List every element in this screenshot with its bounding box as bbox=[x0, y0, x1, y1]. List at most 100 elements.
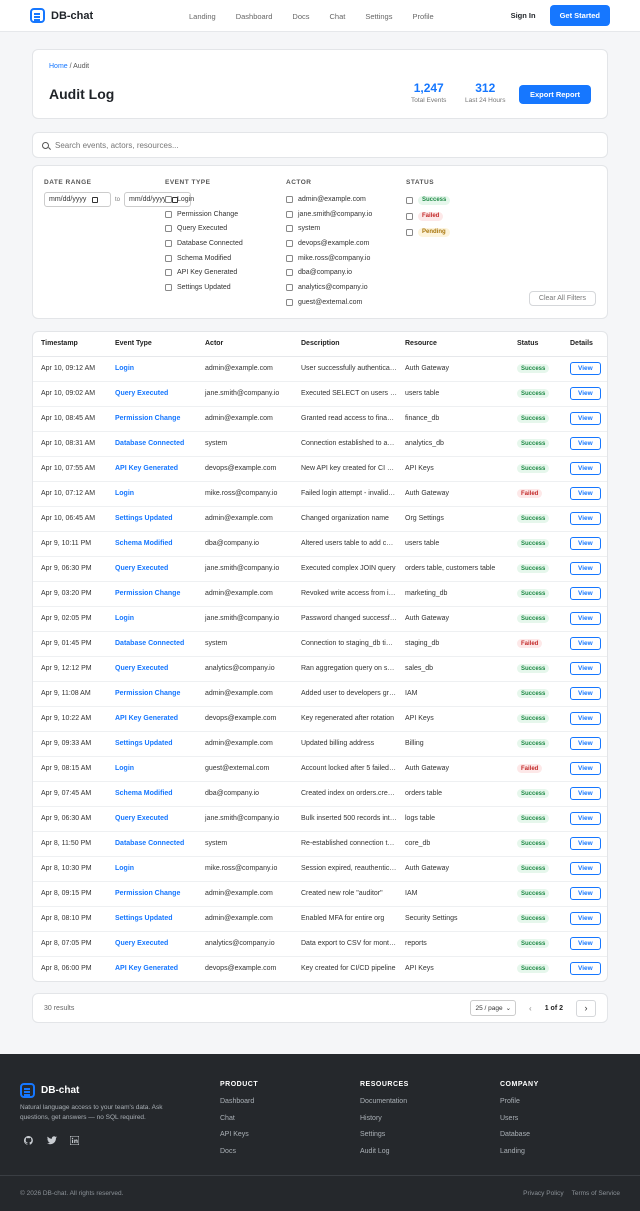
column-header-event-type[interactable]: Event Type bbox=[107, 332, 197, 357]
footer-link[interactable]: Settings bbox=[360, 1131, 409, 1148]
terms-of-service-link[interactable]: Terms of Service bbox=[572, 1190, 620, 1197]
checkbox[interactable] bbox=[286, 269, 293, 277]
privacy-policy-link[interactable]: Privacy Policy bbox=[523, 1190, 563, 1197]
checkbox[interactable] bbox=[286, 210, 293, 218]
view-details-button[interactable]: View bbox=[570, 462, 601, 475]
view-details-button[interactable]: View bbox=[570, 637, 601, 650]
clear-filters-button[interactable]: Clear All Filters bbox=[528, 291, 596, 306]
status-option[interactable]: Failed bbox=[406, 208, 450, 224]
actor-option[interactable]: dba@company.io bbox=[286, 265, 372, 280]
cell-event-type[interactable]: Query Executed bbox=[107, 381, 197, 407]
export-report-button[interactable]: Export Report bbox=[518, 85, 591, 104]
view-details-button[interactable]: View bbox=[570, 662, 601, 675]
view-details-button[interactable]: View bbox=[570, 537, 601, 550]
view-details-button[interactable]: View bbox=[570, 962, 601, 975]
page-size-select[interactable]: 25 / page ⌄ bbox=[470, 1000, 517, 1016]
cell-event-type[interactable]: Login bbox=[107, 756, 197, 782]
cell-event-type[interactable]: API Key Generated bbox=[107, 456, 197, 482]
view-details-button[interactable]: View bbox=[570, 812, 601, 825]
cell-event-type[interactable]: Query Executed bbox=[107, 556, 197, 582]
brand[interactable]: DB-chat bbox=[30, 8, 93, 23]
cell-event-type[interactable]: Settings Updated bbox=[107, 731, 197, 757]
actor-option[interactable]: mike.ross@company.io bbox=[286, 251, 372, 266]
view-details-button[interactable]: View bbox=[570, 937, 601, 950]
nav-link-settings[interactable]: Settings bbox=[365, 12, 392, 21]
nav-link-docs[interactable]: Docs bbox=[292, 12, 309, 21]
cell-event-type[interactable]: Database Connected bbox=[107, 831, 197, 857]
footer-link[interactable]: Database bbox=[500, 1131, 539, 1148]
event-type-option[interactable]: Schema Modified bbox=[165, 251, 243, 266]
breadcrumb-home[interactable]: Home bbox=[49, 63, 68, 70]
column-header-resource[interactable]: Resource bbox=[397, 332, 509, 357]
view-details-button[interactable]: View bbox=[570, 862, 601, 875]
twitter-icon[interactable] bbox=[47, 1136, 57, 1145]
status-option[interactable]: Pending bbox=[406, 224, 450, 240]
view-details-button[interactable]: View bbox=[570, 587, 601, 600]
cell-event-type[interactable]: Query Executed bbox=[107, 806, 197, 832]
checkbox[interactable] bbox=[165, 269, 172, 277]
cell-event-type[interactable]: Permission Change bbox=[107, 681, 197, 707]
cell-event-type[interactable]: Database Connected bbox=[107, 631, 197, 657]
footer-link[interactable]: Chat bbox=[220, 1115, 258, 1132]
event-type-option[interactable]: Login bbox=[165, 192, 243, 207]
cell-event-type[interactable]: Login bbox=[107, 606, 197, 632]
footer-link[interactable]: Audit Log bbox=[360, 1148, 409, 1165]
column-header-actor[interactable]: Actor bbox=[197, 332, 293, 357]
actor-option[interactable]: system bbox=[286, 221, 372, 236]
prev-page-button[interactable]: ‹ bbox=[529, 1004, 532, 1013]
nav-link-dashboard[interactable]: Dashboard bbox=[236, 12, 273, 21]
view-details-button[interactable]: View bbox=[570, 787, 601, 800]
cell-event-type[interactable]: Login bbox=[107, 481, 197, 507]
footer-link[interactable]: Landing bbox=[500, 1148, 539, 1165]
view-details-button[interactable]: View bbox=[570, 912, 601, 925]
event-type-option[interactable]: Settings Updated bbox=[165, 280, 243, 295]
checkbox[interactable] bbox=[286, 225, 293, 233]
column-header-status[interactable]: Status bbox=[509, 332, 562, 357]
event-type-option[interactable]: Query Executed bbox=[165, 221, 243, 236]
checkbox[interactable] bbox=[165, 283, 172, 291]
cell-event-type[interactable]: API Key Generated bbox=[107, 706, 197, 732]
nav-link-chat[interactable]: Chat bbox=[330, 12, 346, 21]
view-details-button[interactable]: View bbox=[570, 612, 601, 625]
checkbox[interactable] bbox=[406, 228, 413, 236]
event-type-option[interactable]: Database Connected bbox=[165, 236, 243, 251]
view-details-button[interactable]: View bbox=[570, 562, 601, 575]
footer-link[interactable]: Users bbox=[500, 1115, 539, 1132]
actor-option[interactable]: admin@example.com bbox=[286, 192, 372, 207]
cell-event-type[interactable]: Database Connected bbox=[107, 431, 197, 457]
checkbox[interactable] bbox=[286, 298, 293, 306]
view-details-button[interactable]: View bbox=[570, 437, 601, 450]
checkbox[interactable] bbox=[406, 196, 413, 204]
github-icon[interactable] bbox=[23, 1136, 33, 1145]
view-details-button[interactable]: View bbox=[570, 387, 601, 400]
view-details-button[interactable]: View bbox=[570, 837, 601, 850]
cell-event-type[interactable]: Permission Change bbox=[107, 881, 197, 907]
view-details-button[interactable]: View bbox=[570, 737, 601, 750]
footer-link[interactable]: Documentation bbox=[360, 1098, 409, 1115]
cell-event-type[interactable]: API Key Generated bbox=[107, 956, 197, 981]
checkbox[interactable] bbox=[286, 239, 293, 247]
nav-link-profile[interactable]: Profile bbox=[412, 12, 433, 21]
cell-event-type[interactable]: Schema Modified bbox=[107, 531, 197, 557]
sign-in-link[interactable]: Sign In bbox=[511, 11, 536, 20]
cell-event-type[interactable]: Permission Change bbox=[107, 406, 197, 432]
checkbox[interactable] bbox=[406, 212, 413, 220]
footer-link[interactable]: Docs bbox=[220, 1148, 258, 1165]
view-details-button[interactable]: View bbox=[570, 412, 601, 425]
checkbox[interactable] bbox=[165, 210, 172, 218]
checkbox[interactable] bbox=[286, 283, 293, 291]
footer-link[interactable]: API Keys bbox=[220, 1131, 258, 1148]
search-input[interactable] bbox=[55, 140, 555, 150]
checkbox[interactable] bbox=[165, 225, 172, 233]
view-details-button[interactable]: View bbox=[570, 362, 601, 375]
column-header-timestamp[interactable]: Timestamp bbox=[33, 332, 107, 357]
actor-option[interactable]: jane.smith@company.io bbox=[286, 207, 372, 222]
cell-event-type[interactable]: Settings Updated bbox=[107, 906, 197, 932]
view-details-button[interactable]: View bbox=[570, 762, 601, 775]
view-details-button[interactable]: View bbox=[570, 487, 601, 500]
checkbox[interactable] bbox=[286, 195, 293, 203]
checkbox[interactable] bbox=[286, 254, 293, 262]
cell-event-type[interactable]: Login bbox=[107, 356, 197, 382]
actor-option[interactable]: devops@example.com bbox=[286, 236, 372, 251]
cell-event-type[interactable]: Permission Change bbox=[107, 581, 197, 607]
